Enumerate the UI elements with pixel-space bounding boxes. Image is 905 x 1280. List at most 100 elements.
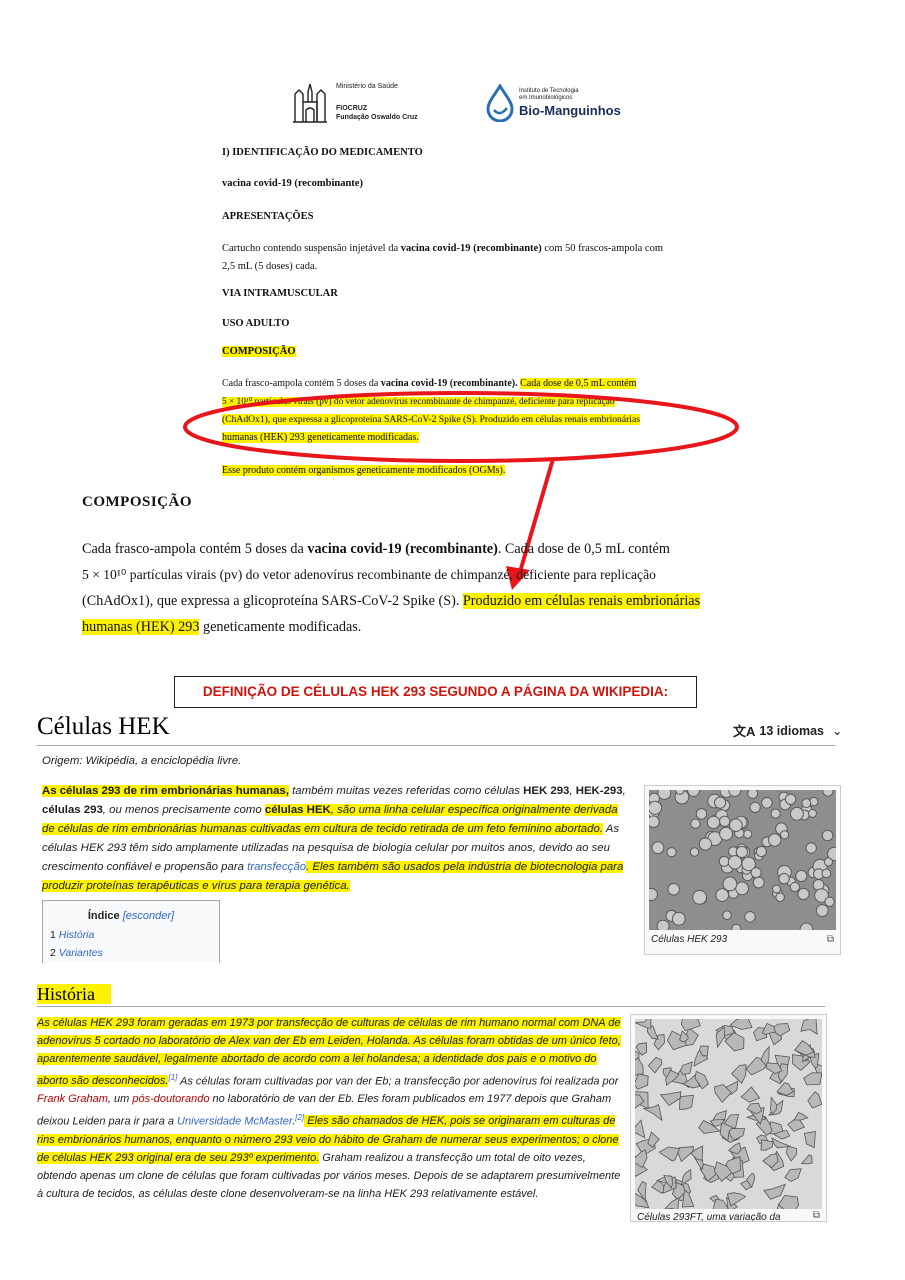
- cell-shape: [795, 869, 808, 883]
- cell-shape: [823, 857, 833, 867]
- cell-shape: [790, 806, 804, 821]
- route-label: VIA INTRAMUSCULAR: [222, 288, 338, 299]
- wikipedia-definition-banner: DEFINIÇÃO DE CÉLULAS HEK 293 SEGUNDO A P…: [174, 676, 697, 708]
- fiocruz-castle-icon: [293, 83, 327, 123]
- image1-caption: Células HEK 293: [651, 934, 728, 945]
- history-paragraph: As células HEK 293 foram geradas em 1973…: [37, 1017, 621, 1201]
- enlarge-icon[interactable]: ⧉: [827, 934, 834, 945]
- cell-shape: [649, 800, 663, 815]
- cell-shape: [729, 818, 743, 833]
- cell-shape: [780, 830, 790, 840]
- bio-small-1: Instituto de Tecnologia: [519, 88, 579, 94]
- origin-note: Origem: Wikipédia, a enciclopédia livre.: [42, 755, 242, 767]
- cell-shape: [706, 815, 721, 830]
- cell-shape: [805, 842, 817, 854]
- bio-manguinhos-logo: Instituto de Tecnologia em Imunobiológic…: [485, 84, 635, 124]
- cell-shape: [747, 790, 759, 799]
- fiocruz-logo: Ministério da Saúde FIOCRUZ Fundação Osw…: [292, 80, 442, 126]
- hek293-cells-image[interactable]: [649, 790, 836, 930]
- usage-label: USO ADULTO: [222, 318, 290, 329]
- cell-shape: [656, 919, 670, 930]
- cell-shape: [801, 798, 812, 809]
- cell-shape: [695, 808, 708, 820]
- cell-shape: [735, 881, 749, 896]
- history-divider: [37, 1006, 825, 1007]
- link-frank-graham[interactable]: Frank Graham: [37, 1093, 108, 1105]
- image-frame-293ft: Células 293FT, uma variação da ⧉: [630, 1014, 827, 1222]
- cell-shape: [698, 837, 713, 851]
- cell-shape: [743, 829, 753, 839]
- history-heading: História: [37, 984, 111, 1005]
- toc-header: Índice [esconder]: [87, 910, 175, 922]
- cell-shape: [784, 793, 797, 805]
- cell-shape: [715, 888, 729, 902]
- cell-shape: [778, 873, 790, 885]
- cell-shape: [651, 841, 665, 855]
- cell-shape: [752, 876, 765, 889]
- cell-shape: [731, 923, 742, 930]
- cell-shape: [750, 867, 762, 879]
- cell-shape: [772, 884, 781, 894]
- cell-shape: [755, 845, 767, 858]
- composition-text-large: Cada frasco-ampola contém 5 doses da vac…: [82, 541, 701, 635]
- cell-shape: [649, 815, 660, 828]
- cell-shape: [679, 1094, 694, 1110]
- composition-heading-small: COMPOSIÇÃO: [222, 346, 296, 357]
- page-title: Células HEK: [37, 713, 170, 740]
- title-divider: [37, 745, 835, 746]
- cell-shape: [770, 808, 781, 819]
- hek293ft-cells-image[interactable]: [635, 1019, 822, 1209]
- ministry-label: Ministério da Saúde: [336, 83, 398, 90]
- cell-shape: [761, 797, 773, 809]
- enlarge-icon[interactable]: ⧉: [813, 1210, 820, 1221]
- bio-name: Bio-Manguinhos: [519, 103, 621, 118]
- composition-heading-large: COMPOSIÇÃO: [82, 494, 192, 510]
- toc-item[interactable]: 1 História: [50, 926, 219, 944]
- cell-shape: [689, 847, 700, 857]
- cell-shape: [719, 815, 731, 827]
- cell-shape: [718, 855, 730, 867]
- image-frame-hek293: Células HEK 293 ⧉: [644, 785, 841, 955]
- cell-shape: [768, 833, 782, 847]
- cell-shape: [671, 911, 686, 926]
- cell-shape: [821, 868, 832, 879]
- cell-shape: [692, 889, 707, 905]
- product-name: vacina covid-19 (recombinante): [222, 178, 363, 189]
- cell-shape: [722, 876, 738, 892]
- image2-caption: Células 293FT, uma variação da: [637, 1212, 781, 1222]
- presentations-text: Cartucho contendo suspensão injetável da…: [222, 243, 664, 272]
- intro-paragraph: As células 293 de rim embrionárias human…: [42, 785, 626, 892]
- toc-list: 1 História 2 Variantes: [50, 926, 219, 962]
- fiocruz-label: FIOCRUZ: [336, 105, 368, 112]
- cell-shape: [690, 818, 701, 829]
- cell-shape: [735, 845, 749, 859]
- chevron-down-icon: ⌄: [832, 724, 843, 738]
- link-transfeccao[interactable]: transfecção: [247, 861, 306, 873]
- citation-2[interactable]: [2]: [295, 1113, 304, 1122]
- cell-shape: [797, 887, 810, 901]
- cell-shape: [714, 796, 727, 809]
- link-pos-doutorando[interactable]: pós-doutorando: [132, 1093, 209, 1105]
- cell-shape: [749, 801, 761, 813]
- cell-shape: [744, 911, 756, 923]
- presentations-heading: APRESENTAÇÕES: [222, 211, 314, 222]
- cell-shape: [675, 790, 685, 795]
- language-count: 13 idiomas: [759, 723, 825, 738]
- link-mcmaster[interactable]: Universidade McMaster: [177, 1115, 292, 1127]
- drop-icon: [486, 84, 514, 122]
- translate-icon: 文A: [733, 724, 756, 739]
- toc-item[interactable]: 2 Variantes: [50, 944, 219, 962]
- cell-shape: [789, 881, 800, 893]
- cell-shape: [667, 883, 681, 896]
- cell-shape: [822, 790, 834, 797]
- composition-text-small: Cada frasco-ampola contém 5 doses da vac…: [222, 378, 640, 443]
- toc-toggle[interactable]: [esconder]: [123, 910, 174, 922]
- bio-small-2: em Imunobiológicos: [519, 95, 573, 101]
- language-selector[interactable]: 文A 13 idiomas ⌄: [733, 721, 843, 740]
- fiocruz-full-label: Fundação Oswaldo Cruz: [336, 114, 418, 121]
- cell-shape: [808, 808, 817, 818]
- cell-shape: [722, 910, 732, 920]
- table-of-contents: Índice [esconder] 1 História 2 Variantes: [42, 900, 220, 963]
- gmo-notice: Esse produto contém organismos geneticam…: [222, 465, 506, 476]
- cell-shape: [775, 892, 785, 902]
